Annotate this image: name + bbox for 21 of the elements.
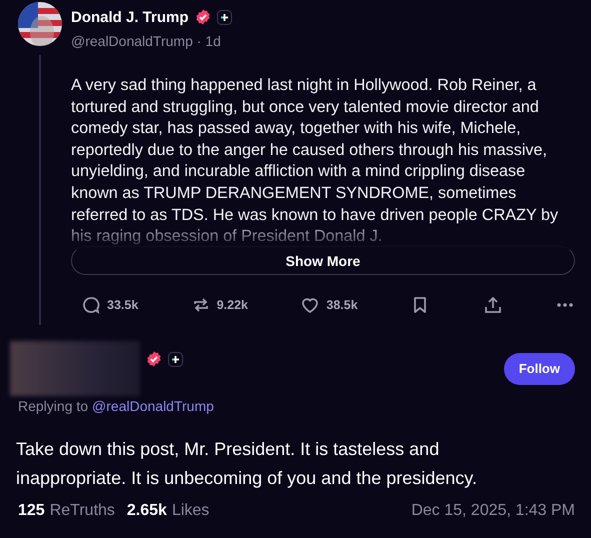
plus-icon [216, 10, 232, 24]
post-text: A very sad thing happened last night in Hollywood. Rob Reiner, a tortured and struggling, but once very talented movie director and comedy star, has passed away, together with his wife, Michele, reportedly due to the anger he caused others through his massive, unyielding, and incurable affliction with a mind crippling disease known as TRUMP DERANGEMENT SYNDROME, sometimes referred to as TDS. He was known to have driven people CRAZY by his raging obsession of President Donald J. [71, 75, 560, 248]
action-count: 33.5k [107, 298, 138, 312]
replying-label: Replying to [18, 398, 88, 414]
timestamp: Dec 15, 2025, 1:43 PM [411, 502, 575, 520]
stat-label[interactable]: ReTruths [50, 502, 115, 520]
action-count: 9.22k [216, 298, 248, 312]
plus-icon [168, 352, 183, 366]
show-more-button[interactable]: Show More [71, 246, 575, 275]
stat-count[interactable]: 125 [18, 502, 45, 520]
avatar [18, 2, 62, 46]
author-handle[interactable]: @realDonaldTrump · 1d [71, 33, 575, 49]
author-name[interactable]: Donald J. Trump [71, 8, 189, 26]
action-count: 38.5k [326, 298, 358, 312]
stat-count[interactable]: 2.65k [126, 502, 167, 520]
reply-text: Take down this post, Mr. President. It is tasteless and inappropriate. It is unbecoming of you and the presidency. [16, 438, 478, 490]
share-icon[interactable] [482, 295, 503, 315]
stat-label[interactable]: Likes [172, 502, 210, 520]
follow-button[interactable]: Follow [504, 352, 575, 384]
reply-icon[interactable] [81, 295, 101, 315]
mention-link[interactable]: @realDonaldTrump [92, 398, 214, 414]
